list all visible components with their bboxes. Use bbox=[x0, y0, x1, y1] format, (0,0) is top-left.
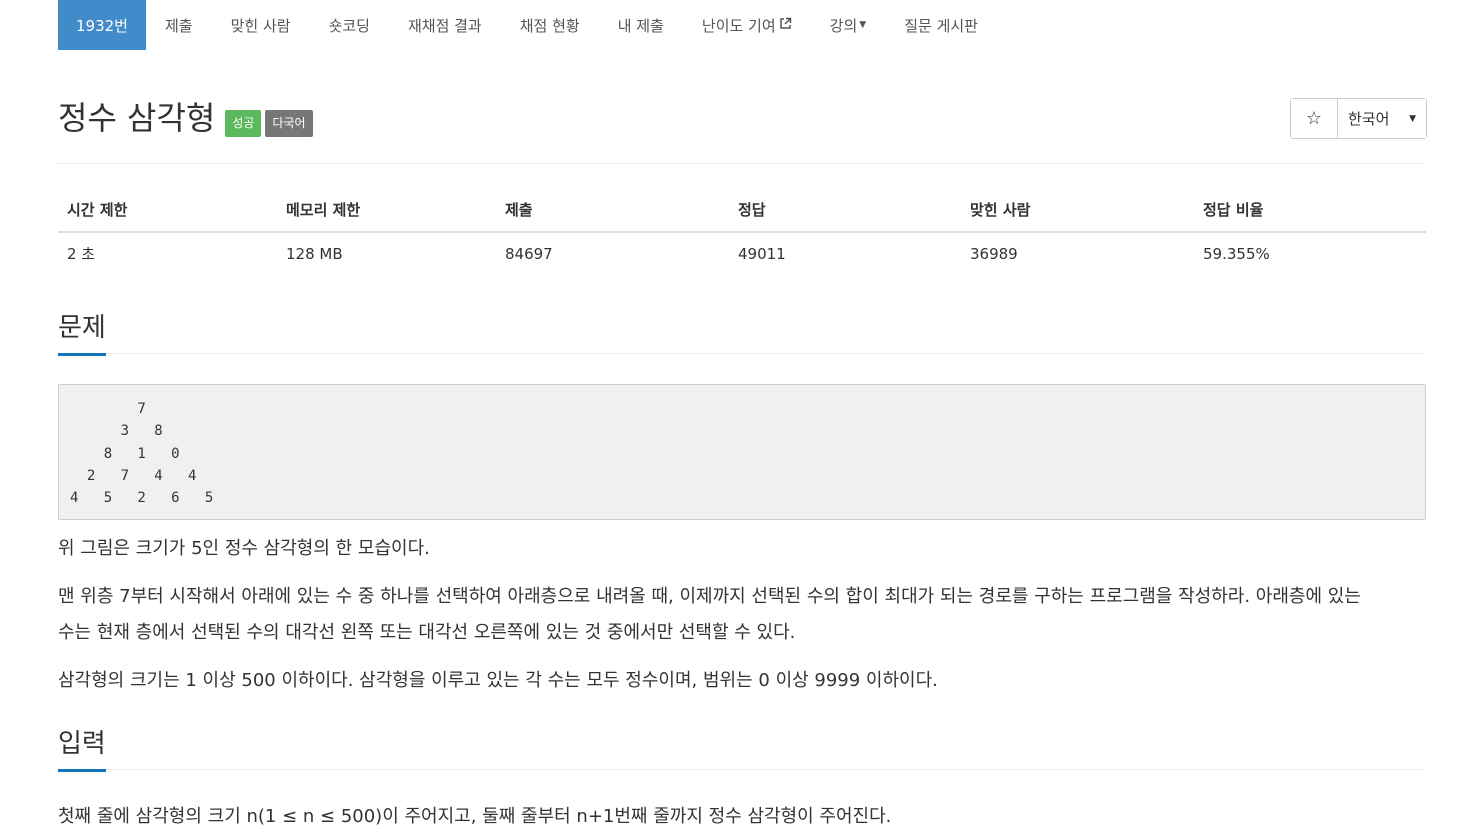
input-heading: 입력 bbox=[58, 729, 106, 759]
problem-paragraph-2-line-2: 수는 현재 층에서 선택된 수의 대각선 왼쪽 또는 대각선 오른쪽에 있는 것… bbox=[58, 622, 796, 643]
favorite-button[interactable]: ☆ bbox=[1291, 99, 1338, 138]
caret-down-icon: ▼ bbox=[859, 20, 867, 30]
nav-tab-rejudge-results[interactable]: 재채점 결과 bbox=[389, 0, 501, 50]
time-limit-value: 2 초 bbox=[67, 245, 96, 263]
problem-nav: 1932번 제출 맞힌 사람 숏코딩 재채점 결과 채점 현황 내 제출 난이도… bbox=[58, 0, 997, 50]
header-submissions: 제출 bbox=[496, 190, 729, 233]
header-memory-limit: 메모리 제한 bbox=[277, 190, 496, 233]
nav-tab-submit[interactable]: 제출 bbox=[146, 0, 212, 50]
input-section-header: 입력 bbox=[58, 724, 1426, 772]
nav-tab-judge-status[interactable]: 채점 현황 bbox=[501, 0, 599, 50]
nav-tab-qna-board[interactable]: 질문 게시판 bbox=[885, 0, 997, 50]
problem-paragraph-2-line-1: 맨 위층 7부터 시작해서 아래에 있는 수 중 하나를 선택하여 아래층으로 … bbox=[58, 586, 1361, 607]
nav-tab-label: 난이도 기여 bbox=[701, 16, 776, 35]
nav-tab-label: 재채점 결과 bbox=[407, 16, 482, 35]
heading-underline bbox=[58, 769, 106, 772]
problem-title-row: 정수 삼각형 성공 다국어 bbox=[58, 96, 313, 140]
problem-heading: 문제 bbox=[58, 313, 106, 343]
header-accept-ratio: 정답 비율 bbox=[1194, 190, 1426, 233]
nav-tab-label: 강의 bbox=[829, 16, 858, 35]
memory-limit-value: 128 MB bbox=[286, 244, 343, 263]
nav-tab-label: 내 제출 bbox=[617, 16, 664, 35]
nav-tab-my-submissions[interactable]: 내 제출 bbox=[599, 0, 683, 50]
header-solved-users: 맞힌 사람 bbox=[961, 190, 1194, 233]
table-row: 2 초 128 MB 84697 49011 36989 59.355% bbox=[58, 232, 1426, 274]
problem-section-header: 문제 bbox=[58, 308, 1426, 356]
nav-tab-label: 채점 현황 bbox=[519, 16, 580, 35]
nav-tab-problem-number[interactable]: 1932번 bbox=[58, 0, 146, 50]
problem-title: 정수 삼각형 bbox=[58, 99, 216, 137]
language-dropdown[interactable]: 한국어 ▼ bbox=[1338, 99, 1426, 138]
accepted-value: 49011 bbox=[738, 244, 786, 263]
nav-tab-label: 숏코딩 bbox=[328, 16, 370, 35]
caret-down-icon: ▼ bbox=[1409, 113, 1416, 124]
input-paragraph-1: 첫째 줄에 삼각형의 크기 n(1 ≤ n ≤ 500)이 주어지고, 둘째 줄… bbox=[58, 806, 892, 827]
nav-tab-solved-users[interactable]: 맞힌 사람 bbox=[212, 0, 310, 50]
triangle-example-block: 7 3 8 8 1 0 2 7 4 4 4 5 2 6 5 bbox=[58, 384, 1426, 520]
problem-toolbar: ☆ 한국어 ▼ bbox=[1290, 98, 1427, 139]
nav-tab-label: 맞힌 사람 bbox=[230, 16, 291, 35]
multilang-badge: 다국어 bbox=[265, 110, 313, 137]
heading-underline bbox=[58, 353, 106, 356]
nav-tab-label: 제출 bbox=[164, 16, 193, 35]
star-outline-icon: ☆ bbox=[1305, 108, 1323, 129]
problem-info-table: 시간 제한 메모리 제한 제출 정답 맞힌 사람 정답 비율 2 초 128 M… bbox=[58, 190, 1426, 274]
problem-paragraph-1: 위 그림은 크기가 5인 정수 삼각형의 한 모습이다. bbox=[58, 538, 430, 559]
nav-tab-label: 1932번 bbox=[76, 16, 128, 35]
accept-ratio-value: 59.355% bbox=[1203, 244, 1270, 263]
external-link-icon bbox=[779, 17, 792, 34]
solved-users-value: 36989 bbox=[970, 244, 1018, 263]
language-label: 한국어 bbox=[1348, 110, 1390, 128]
table-header-row: 시간 제한 메모리 제한 제출 정답 맞힌 사람 정답 비율 bbox=[58, 190, 1426, 233]
header-accepted: 정답 bbox=[729, 190, 961, 233]
nav-tab-lectures-dropdown[interactable]: 강의 ▼ bbox=[811, 0, 886, 50]
status-badge-success: 성공 bbox=[225, 110, 262, 137]
nav-tab-label: 질문 게시판 bbox=[904, 16, 978, 35]
header-time-limit: 시간 제한 bbox=[58, 190, 277, 233]
nav-tab-short-coding[interactable]: 숏코딩 bbox=[310, 0, 389, 50]
nav-tab-difficulty-contribution[interactable]: 난이도 기여 bbox=[683, 0, 811, 50]
submissions-value: 84697 bbox=[505, 244, 553, 263]
problem-paragraph-3: 삼각형의 크기는 1 이상 500 이하이다. 삼각형을 이루고 있는 각 수는… bbox=[58, 670, 938, 691]
title-divider bbox=[58, 163, 1426, 164]
